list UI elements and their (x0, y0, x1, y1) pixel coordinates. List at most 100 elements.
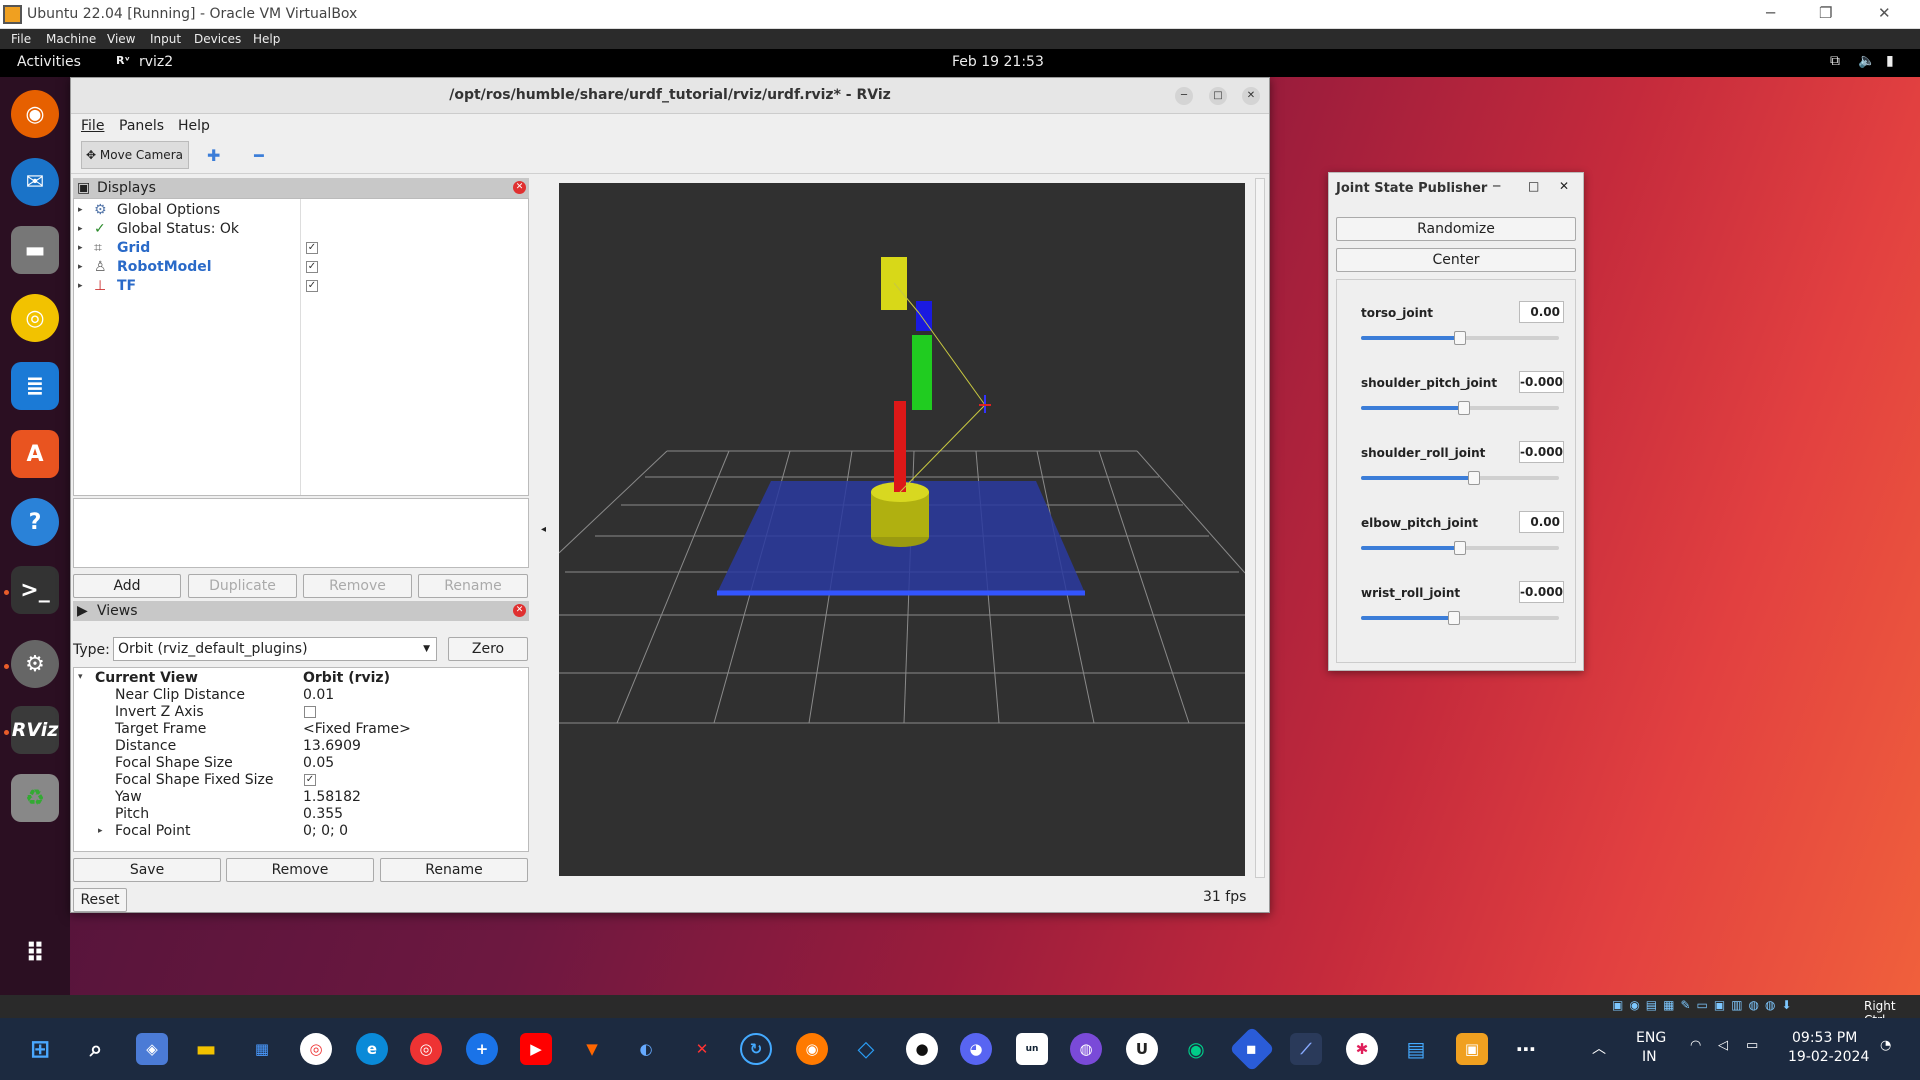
github-desktop-icon[interactable]: ◍ (1070, 1033, 1102, 1065)
sync-icon[interactable]: ↻ (740, 1033, 772, 1065)
taskbar-time[interactable]: 09:53 PM (1792, 1030, 1857, 1046)
close-icon[interactable]: ✕ (1878, 4, 1891, 22)
joint-value[interactable]: -0.000 (1519, 581, 1564, 603)
add-tool-icon[interactable]: ✚ (207, 146, 220, 165)
vb-menu-help[interactable]: Help (253, 32, 280, 46)
minimize-icon[interactable]: ─ (1175, 87, 1193, 105)
help-icon[interactable]: ? (11, 498, 59, 546)
windows-start-icon[interactable]: ⊞ (24, 1033, 56, 1065)
nvidia-icon[interactable]: ◉ (1180, 1033, 1212, 1065)
vb-menu-view[interactable]: View (107, 32, 135, 46)
close-panel-icon[interactable]: ✕ (513, 604, 526, 617)
virtualbox-taskbar-icon[interactable]: ▣ (1456, 1033, 1488, 1065)
close-icon[interactable]: ✕ (1242, 87, 1260, 105)
widgets-icon[interactable]: ◈ (136, 1033, 168, 1065)
display-item-global-status[interactable]: ▸ ✓ Global Status: Ok (74, 220, 528, 239)
joint-value[interactable]: 0.00 (1519, 301, 1564, 323)
terminal-icon[interactable]: >_ (11, 566, 59, 614)
notification-bell-icon[interactable]: ◔ (1880, 1038, 1891, 1053)
expand-icon[interactable]: ▸ (78, 201, 83, 220)
chevron-up-icon[interactable]: ︿ (1592, 1038, 1606, 1058)
app-icon[interactable]: ◐ (630, 1033, 662, 1065)
writer-icon[interactable]: ≣ (11, 362, 59, 410)
joint-value[interactable]: -0.000 (1519, 371, 1564, 393)
chrome-profile-icon[interactable]: ◎ (410, 1033, 442, 1065)
files-icon[interactable]: ▬ (11, 226, 59, 274)
trash-icon[interactable]: ♻ (11, 774, 59, 822)
discord-icon[interactable]: ◕ (960, 1033, 992, 1065)
duplicate-button[interactable]: Duplicate (188, 574, 297, 598)
store-icon[interactable]: ▦ (246, 1033, 278, 1065)
rviz-menu-help[interactable]: Help (178, 118, 210, 134)
expand-icon[interactable]: ▸ (78, 258, 83, 277)
rviz-menu-file[interactable]: File (81, 118, 104, 134)
battery-icon[interactable]: ▭ (1746, 1038, 1758, 1053)
wifi-icon[interactable]: ◠ (1690, 1038, 1701, 1053)
joint-slider[interactable] (1361, 471, 1559, 485)
save-view-button[interactable]: Save (73, 858, 221, 882)
display-item-global-options[interactable]: ▸ ⚙ Global Options (74, 201, 528, 220)
prop-value[interactable]: 1.58182 (303, 789, 361, 806)
reset-button[interactable]: Reset (73, 888, 127, 912)
display-item-grid[interactable]: ▸ ⌗ Grid ✓ (74, 239, 528, 258)
settings-icon[interactable]: ⚙ (11, 640, 59, 688)
view-type-select[interactable]: Orbit (rviz_default_plugins) ▼ (113, 637, 437, 661)
rename-display-button[interactable]: Rename (418, 574, 528, 598)
rviz-dock-icon[interactable]: RViz (11, 706, 59, 754)
volume-icon[interactable]: 🔈 (1858, 53, 1875, 69)
joint-value[interactable]: -0.000 (1519, 441, 1564, 463)
app-diamond-icon[interactable]: ◆ (1229, 1026, 1275, 1072)
joint-slider[interactable] (1361, 331, 1559, 345)
invert-z-checkbox[interactable] (304, 706, 316, 718)
app-icon[interactable]: ✕ (686, 1033, 718, 1065)
speaker-icon[interactable]: ◁ (1718, 1038, 1728, 1053)
prop-value[interactable]: 0.01 (303, 687, 334, 704)
app-icon[interactable]: + (466, 1033, 498, 1065)
tf-checkbox[interactable]: ✓ (306, 280, 318, 292)
close-icon[interactable]: ✕ (1559, 179, 1569, 193)
app-icon[interactable]: ⟋ (1290, 1033, 1322, 1065)
joint-value[interactable]: 0.00 (1519, 511, 1564, 533)
expand-icon[interactable]: ▸ (78, 239, 83, 258)
app-u-icon[interactable]: U (1126, 1033, 1158, 1065)
minimize-icon[interactable]: ─ (1766, 4, 1775, 22)
vb-menu-file[interactable]: File (11, 32, 31, 46)
joint-slider[interactable] (1361, 401, 1559, 415)
display-item-robotmodel[interactable]: ▸ ♙ RobotModel ✓ (74, 258, 528, 277)
notepad-icon[interactable]: ▤ (1400, 1033, 1432, 1065)
unstop-icon[interactable]: un (1016, 1033, 1048, 1065)
collapse-left-icon[interactable]: ◂ (541, 524, 546, 535)
focal-fixed-checkbox[interactable]: ✓ (304, 774, 316, 786)
randomize-button[interactable]: Randomize (1336, 217, 1576, 241)
expand-icon[interactable]: ▸ (78, 220, 83, 239)
center-button[interactable]: Center (1336, 248, 1576, 272)
rename-view-button[interactable]: Rename (380, 858, 528, 882)
prop-value[interactable]: 0.05 (303, 755, 334, 772)
display-item-tf[interactable]: ▸ ⊥ TF ✓ (74, 277, 528, 296)
remove-display-button[interactable]: Remove (303, 574, 412, 598)
joint-slider[interactable] (1361, 541, 1559, 555)
expand-icon[interactable]: ▸ (78, 277, 83, 296)
activities-button[interactable]: Activities (17, 54, 81, 70)
network-icon[interactable]: ⧉ (1830, 53, 1840, 69)
remove-tool-icon[interactable]: ━ (254, 146, 264, 165)
add-button[interactable]: Add (73, 574, 181, 598)
vm-device-icons[interactable]: ▣◉▤▦✎▭▣▥◍◍⬇ (1612, 998, 1798, 1012)
prop-value[interactable]: <Fixed Frame> (303, 721, 411, 738)
file-explorer-icon[interactable]: ▬ (190, 1033, 222, 1065)
more-icon[interactable]: ⋯ (1510, 1033, 1542, 1065)
app-menu[interactable]: rviz2 (139, 54, 173, 70)
joint-slider[interactable] (1361, 611, 1559, 625)
show-apps-icon[interactable]: ⠿ (11, 930, 59, 978)
collapse-icon[interactable]: ▾ (78, 672, 83, 682)
youtube-icon[interactable]: ▶ (520, 1033, 552, 1065)
software-icon[interactable]: A (11, 430, 59, 478)
remove-view-button[interactable]: Remove (226, 858, 374, 882)
restore-icon[interactable]: ❐ (1819, 4, 1832, 22)
prop-value[interactable]: 13.6909 (303, 738, 361, 755)
lang-label[interactable]: ENG (1636, 1030, 1666, 1046)
robotmodel-checkbox[interactable]: ✓ (306, 261, 318, 273)
firefox-icon[interactable]: ◉ (11, 90, 59, 138)
search-icon[interactable]: ⌕ (80, 1033, 112, 1065)
move-camera-button[interactable]: ✥ Move Camera (81, 141, 189, 169)
